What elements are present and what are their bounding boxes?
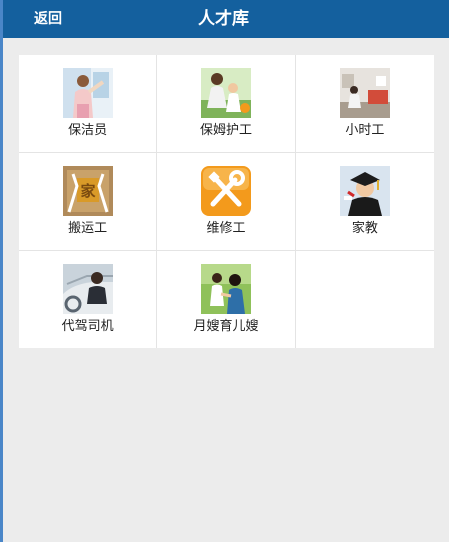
category-label: 代驾司机 [61,319,114,334]
category-driver[interactable]: 代驾司机 [19,251,158,348]
maternity-nanny-photo-icon [201,264,252,314]
category-movers[interactable]: 家 搬运工 [19,153,158,250]
category-tutor[interactable]: 家教 [296,153,434,250]
grid-row: 保洁员 保姆护工 小时工 [19,55,434,153]
cleaner-photo-icon [63,68,113,118]
repair-tools-icon [201,166,252,216]
window-left-edge [0,0,3,542]
grid-row: 代驾司机 月嫂育儿嫂 [19,251,434,348]
movers-icon: 家 [63,166,113,216]
category-label: 维修工 [206,221,246,236]
category-label: 搬运工 [68,221,108,236]
category-label: 保姆护工 [199,123,252,138]
category-maternity-nanny[interactable]: 月嫂育儿嫂 [157,251,296,348]
driver-photo-icon [63,264,113,314]
category-label: 小时工 [345,123,385,138]
category-label: 保洁员 [68,123,108,138]
category-grid: 保洁员 保姆护工 小时工 家 搬运工 维修工 家教 代驾司机 月嫂育儿嫂 [19,55,434,348]
back-button[interactable]: 返回 [34,0,62,38]
svg-text:家: 家 [80,182,95,200]
category-label: 月嫂育儿嫂 [193,319,259,334]
empty-grid-cell [296,251,434,348]
page-title: 人才库 [198,9,249,29]
category-cleaner[interactable]: 保洁员 [19,55,158,152]
tutor-graduate-photo-icon [339,166,390,216]
nanny-caregiver-photo-icon [201,68,252,118]
top-bar: 返回 人才库 [3,0,449,38]
category-repair-worker[interactable]: 维修工 [157,153,296,250]
category-hourly-worker[interactable]: 小时工 [296,55,434,152]
grid-row: 家 搬运工 维修工 家教 [19,153,434,251]
category-nanny-caregiver[interactable]: 保姆护工 [157,55,296,152]
category-label: 家教 [351,221,378,236]
hourly-worker-photo-icon [339,68,390,118]
